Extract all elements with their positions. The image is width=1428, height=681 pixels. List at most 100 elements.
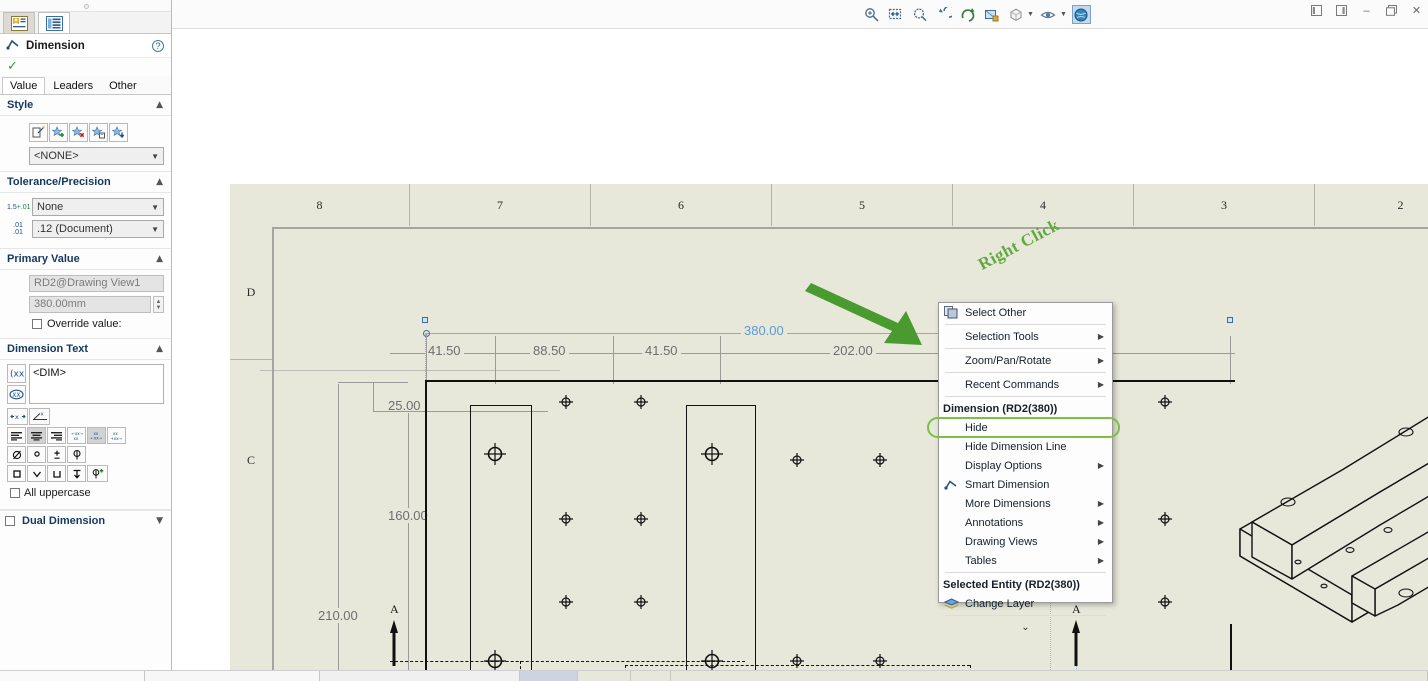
zoom-to-area-button[interactable] — [886, 5, 905, 24]
feature-tree-tab[interactable] — [38, 12, 70, 33]
tab-other[interactable]: Other — [101, 77, 145, 94]
menu-item-hide-dimension-line[interactable]: Hide Dimension Line — [939, 437, 1112, 456]
inspection-dim-button[interactable]: XX — [7, 385, 26, 404]
display-style-button[interactable] — [1006, 5, 1025, 24]
context-menu[interactable]: Select Other Selection Tools ▶ Zoom/Pan/… — [938, 302, 1113, 633]
tab-leaders[interactable]: Leaders — [45, 77, 101, 94]
zoom-in-out-button[interactable] — [910, 5, 929, 24]
tolerance-type-combo[interactable]: None ▼ — [32, 198, 164, 216]
load-style-button[interactable] — [109, 123, 128, 142]
part-left-edge[interactable] — [425, 380, 427, 670]
dimension-value-field[interactable]: 380.00mm — [29, 296, 151, 313]
dimension-160-00[interactable]: 160.00 — [385, 508, 431, 523]
delete-style-button[interactable] — [69, 123, 88, 142]
dim-offset-button[interactable]: xx +xx→ — [107, 427, 126, 444]
counterbore-symbol-button[interactable] — [47, 465, 66, 482]
restore-down-icon[interactable] — [1310, 4, 1323, 17]
dimension-88-50[interactable]: 88.50 — [530, 343, 569, 358]
rebuild-button[interactable] — [958, 5, 977, 24]
dim-above-button[interactable]: ←xx→ xx — [67, 427, 86, 444]
dimension-text-input[interactable]: <DIM> — [29, 364, 164, 404]
align-right-button[interactable] — [47, 427, 66, 444]
tile-icon[interactable] — [1335, 4, 1348, 17]
part-top-edge[interactable] — [425, 380, 1235, 382]
dimension-41-50-right[interactable]: 41.50 — [642, 343, 681, 358]
previous-view-button[interactable] — [934, 5, 953, 24]
appearance-button[interactable] — [1071, 5, 1091, 24]
hide-show-button[interactable] — [1039, 5, 1058, 24]
dimension-line-25[interactable] — [373, 382, 374, 412]
drawing-sheet[interactable]: 8 7 6 5 4 3 2 D C 380.00 41.50 88.50 41.… — [230, 184, 1428, 670]
chevron-symbol-button[interactable] — [27, 465, 46, 482]
dimension-41-50-left[interactable]: 41.50 — [425, 343, 464, 358]
dimension-handle-left[interactable] — [422, 317, 428, 323]
chevron-down-icon[interactable]: ▼ — [1060, 11, 1067, 18]
panel-grip[interactable] — [0, 0, 171, 12]
override-value-checkbox[interactable] — [32, 319, 42, 329]
menu-item-drawing-views[interactable]: Drawing Views ▶ — [939, 532, 1112, 551]
property-manager-tab[interactable] — [3, 12, 35, 33]
status-cell-5[interactable] — [631, 671, 671, 681]
primary-value-section-header[interactable]: Primary Value ▲ — [0, 249, 171, 270]
dimension-handle-right[interactable] — [1227, 317, 1233, 323]
plusminus-symbol-button[interactable] — [47, 446, 66, 463]
tolerance-section-header[interactable]: Tolerance/Precision ▲ — [0, 172, 171, 193]
dimension-line-160[interactable] — [408, 409, 409, 670]
menu-item-select-other[interactable]: Select Other — [939, 303, 1112, 322]
override-value-row[interactable]: Override value: — [32, 318, 164, 330]
apply-style-button[interactable] — [29, 123, 48, 142]
value-spinner[interactable]: ▲ ▼ — [153, 296, 164, 313]
add-parenthesis-button[interactable]: (xx) — [7, 364, 26, 383]
maximize-icon[interactable] — [1385, 4, 1398, 17]
dimension-202-00[interactable]: 202.00 — [830, 343, 876, 358]
menu-item-smart-dimension[interactable]: Smart Dimension — [939, 475, 1112, 494]
menu-item-change-layer[interactable]: Change Layer — [939, 594, 1112, 613]
add-style-button[interactable] — [49, 123, 68, 142]
zoom-to-fit-button[interactable] — [862, 5, 881, 24]
menu-item-more-dimensions[interactable]: More Dimensions ▶ — [939, 494, 1112, 513]
align-left-button[interactable] — [7, 427, 26, 444]
menu-item-tables[interactable]: Tables ▶ — [939, 551, 1112, 570]
centerline-symbol-button[interactable] — [67, 446, 86, 463]
dimension-text-section-header[interactable]: Dimension Text ▲ — [0, 339, 171, 360]
dimension-name-field[interactable]: RD2@Drawing View1 — [29, 275, 164, 292]
tab-value[interactable]: Value — [2, 77, 46, 94]
more-symbols-button[interactable] — [87, 465, 108, 482]
isometric-view[interactable] — [1230, 324, 1428, 624]
style-name-combo[interactable]: <NONE> ▼ — [29, 147, 164, 165]
close-icon[interactable]: ✕ — [1410, 4, 1423, 17]
rail-block-left[interactable] — [470, 405, 532, 670]
add-dimension-button[interactable]: x — [29, 408, 50, 425]
drawing-canvas[interactable]: 8 7 6 5 4 3 2 D C 380.00 41.50 88.50 41.… — [172, 29, 1428, 670]
precision-combo[interactable]: .12 (Document) ▼ — [32, 220, 164, 238]
status-cell-4[interactable] — [578, 671, 631, 681]
save-style-button[interactable] — [89, 123, 108, 142]
menu-item-zoom-pan-rotate[interactable]: Zoom/Pan/Rotate ▶ — [939, 351, 1112, 370]
accept-button[interactable]: ✓ — [0, 58, 171, 76]
selected-dimension-line[interactable] — [425, 333, 990, 335]
dimension-380[interactable]: 380.00 — [741, 323, 787, 338]
dimension-line-210[interactable] — [338, 384, 339, 670]
align-center-button[interactable] — [27, 427, 46, 444]
style-section-header[interactable]: Style ▲ — [0, 95, 171, 116]
dim-center-button[interactable]: xx ←xx→ — [87, 427, 106, 444]
menu-item-hide[interactable]: Hide — [939, 418, 1112, 437]
minimize-icon[interactable]: – — [1360, 4, 1373, 17]
menu-item-recent-commands[interactable]: Recent Commands ▶ — [939, 375, 1112, 394]
add-prefix-button[interactable]: x — [7, 408, 28, 425]
help-icon[interactable]: ? — [152, 40, 164, 52]
menu-item-annotations[interactable]: Annotations ▶ — [939, 513, 1112, 532]
depth-symbol-button[interactable] — [67, 465, 86, 482]
menu-expand-button[interactable]: ⌄ — [939, 618, 1112, 636]
diameter-symbol-button[interactable] — [7, 446, 26, 463]
degree-symbol-button[interactable] — [27, 446, 46, 463]
dimension-210-00[interactable]: 210.00 — [315, 608, 361, 623]
rail-block-right[interactable] — [686, 405, 756, 670]
all-uppercase-row[interactable]: All uppercase — [10, 487, 164, 499]
square-symbol-button[interactable] — [7, 465, 26, 482]
status-cell-active-tab[interactable] — [520, 671, 578, 681]
menu-item-selection-tools[interactable]: Selection Tools ▶ — [939, 327, 1112, 346]
dual-dimension-section-header[interactable]: Dual Dimension ▼ — [0, 510, 171, 531]
menu-item-display-options[interactable]: Display Options ▶ — [939, 456, 1112, 475]
section-view-button[interactable] — [982, 5, 1001, 24]
